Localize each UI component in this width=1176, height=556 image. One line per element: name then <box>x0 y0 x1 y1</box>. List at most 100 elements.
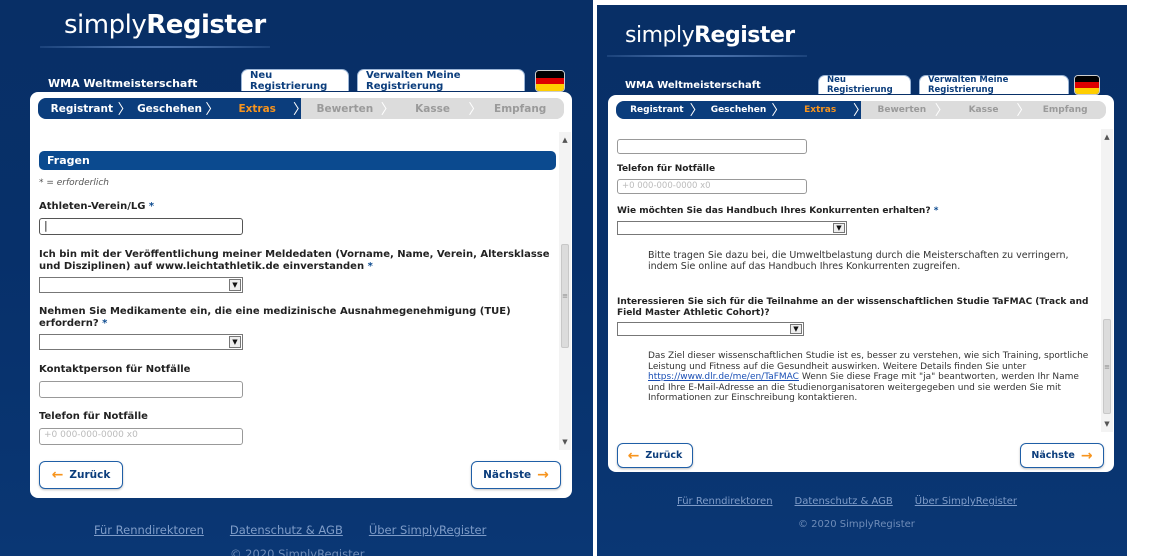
germany-flag-icon[interactable] <box>1074 75 1100 95</box>
chevron-right-icon: 〉 <box>468 101 483 118</box>
step-registrant[interactable]: Registrant 〉 <box>616 101 704 119</box>
next-button[interactable]: Nächste → <box>471 461 561 489</box>
step-bewerten: Bewerten 〉 <box>861 101 949 119</box>
arrow-right-icon: → <box>1080 447 1093 464</box>
handbook-label: Wie möchten Sie das Handbuch Ihres Konku… <box>617 206 939 216</box>
footer-link-privacy[interactable]: Datenschutz & AGB <box>795 496 893 507</box>
step-extras[interactable]: Extras 〉 <box>779 101 867 119</box>
section-header: Fragen <box>39 151 556 170</box>
step-kasse: Kasse 〉 <box>942 101 1031 119</box>
vertical-scrollbar[interactable]: ▲ ≡ ▼ <box>1101 129 1113 432</box>
handbook-select[interactable]: ▼ <box>617 221 847 235</box>
chevron-right-icon: 〉 <box>117 101 132 118</box>
club-input[interactable]: | <box>39 218 243 235</box>
form-content: Fragen * = erforderlich Athleten-Verein/… <box>39 132 556 445</box>
handbook-info: Bitte tragen Sie dazu bei, die Umweltbel… <box>648 250 1069 272</box>
emergency-contact-label: Kontaktperson für Notfälle <box>39 364 191 375</box>
footer-copyright: © 2020 SimplyRegister <box>230 547 365 556</box>
chevron-down-icon: ▼ <box>229 336 241 348</box>
step-geschehen[interactable]: Geschehen 〉 <box>125 98 220 119</box>
publish-consent-label: Ich bin mit der Veröffentlichung meiner … <box>39 249 550 272</box>
chevron-right-icon: 〉 <box>689 103 704 119</box>
footer-link-about[interactable]: Über SimplyRegister <box>369 523 487 537</box>
event-title: WMA Weltmeisterschaft <box>625 80 761 91</box>
form-content: Telefon für Notfälle +0 000-000-0000 x0 … <box>617 129 1098 404</box>
tab-manage-registration[interactable]: Verwalten Meine Registrierung <box>357 69 525 92</box>
required-mark: * <box>367 261 373 272</box>
logo-underline <box>40 46 270 48</box>
logo-text-bold: Register <box>146 10 266 40</box>
tue-label: Nehmen Sie Medikamente ein, die eine med… <box>39 306 511 329</box>
study-select[interactable]: ▼ <box>617 322 804 336</box>
emergency-phone-input[interactable]: +0 000-000-0000 x0 <box>39 428 243 445</box>
chevron-right-icon: 〉 <box>205 101 220 118</box>
step-geschehen[interactable]: Geschehen 〉 <box>697 101 785 119</box>
emergency-phone-input[interactable]: +0 000-000-0000 x0 <box>617 179 807 194</box>
tab-manage-registration[interactable]: Verwalten Meine Registrierung <box>919 75 1069 95</box>
tab-new-registration[interactable]: Neu Registrierung <box>241 69 349 92</box>
required-mark: * <box>102 318 108 329</box>
back-button[interactable]: ← Zurück <box>617 443 693 468</box>
logo-text-bold: Register <box>694 23 795 48</box>
tue-select[interactable]: ▼ <box>39 334 243 350</box>
form-scroll-area[interactable]: Fragen * = erforderlich Athleten-Verein/… <box>30 132 572 450</box>
study-label: Interessieren Sie sich für die Teilnahme… <box>617 297 1089 318</box>
chevron-right-icon: 〉 <box>853 103 868 119</box>
chevron-down-icon: ▼ <box>790 324 802 334</box>
next-button[interactable]: Nächste → <box>1020 443 1104 468</box>
chevron-right-icon: 〉 <box>380 101 395 118</box>
screen-left: simplyRegister WMA Weltmeisterschaft Neu… <box>0 0 593 556</box>
form-scroll-area[interactable]: Telefon für Notfälle +0 000-000-0000 x0 … <box>608 129 1114 432</box>
emergency-contact-input[interactable] <box>39 381 243 398</box>
scroll-down-icon[interactable]: ▼ <box>559 436 571 448</box>
scroll-up-icon[interactable]: ▲ <box>1101 131 1113 143</box>
simplyregister-logo[interactable]: simplyRegister <box>64 10 266 40</box>
footer-links: Für Renndirektoren Datenschutz & AGB Über … <box>677 496 1039 507</box>
scrollbar-thumb[interactable]: ≡ <box>561 244 569 348</box>
simplyregister-logo[interactable]: simplyRegister <box>625 23 795 48</box>
step-registrant[interactable]: Registrant 〉 <box>38 98 132 119</box>
event-title: WMA Weltmeisterschaft <box>48 77 198 90</box>
step-bewerten: Bewerten 〉 <box>301 98 395 119</box>
step-extras[interactable]: Extras 〉 <box>213 98 307 119</box>
chevron-down-icon: ▼ <box>229 279 241 291</box>
scrollbar-thumb[interactable]: ≡ <box>1103 319 1111 414</box>
emergency-phone-label: Telefon für Notfälle <box>617 164 716 174</box>
step-empfang: Empfang <box>1024 101 1106 119</box>
study-info: Das Ziel dieser wissenschaftlichen Studi… <box>648 351 1089 403</box>
emergency-phone-label: Telefon für Notfälle <box>39 411 148 422</box>
screen-right: simplyRegister WMA Weltmeisterschaft Neu… <box>597 5 1127 556</box>
arrow-left-icon: ← <box>627 447 640 464</box>
logo-text-thin: simply <box>64 10 147 40</box>
publish-consent-select[interactable]: ▼ <box>39 277 243 293</box>
required-mark: * <box>148 201 155 212</box>
germany-flag-icon[interactable] <box>535 70 565 92</box>
scroll-up-icon[interactable]: ▲ <box>559 134 571 146</box>
emergency-contact-input[interactable] <box>617 139 807 154</box>
progress-steps: Registrant 〉 Geschehen 〉 Extras 〉 Bewerten 〉… <box>38 98 564 119</box>
footer-links: Für Renndirektoren Datenschutz & AGB Über … <box>94 523 512 537</box>
footer-link-about[interactable]: Über SimplyRegister <box>915 496 1017 507</box>
footer-link-race-directors[interactable]: Für Renndirektoren <box>94 523 204 537</box>
required-note: * = erforderlich <box>39 178 109 188</box>
vertical-scrollbar[interactable]: ▲ ≡ ▼ <box>559 132 571 450</box>
progress-steps: Registrant 〉 Geschehen 〉 Extras 〉 Bewerten 〉… <box>616 101 1106 119</box>
step-empfang: Empfang <box>476 98 564 119</box>
study-link[interactable]: https://www.dlr.de/me/en/TaFMAC <box>648 372 799 382</box>
arrow-right-icon: → <box>537 467 549 483</box>
arrow-left-icon: ← <box>51 467 64 483</box>
logo-underline <box>607 55 807 57</box>
footer-link-race-directors[interactable]: Für Renndirektoren <box>677 496 773 507</box>
required-mark: * <box>933 206 939 216</box>
step-kasse: Kasse 〉 <box>388 98 483 119</box>
chevron-right-icon: 〉 <box>1016 103 1031 119</box>
club-label: Athleten-Verein/LG * <box>39 201 155 212</box>
chevron-down-icon: ▼ <box>833 223 845 233</box>
logo-text-thin: simply <box>625 23 695 48</box>
chevron-right-icon: 〉 <box>934 103 949 119</box>
back-button[interactable]: ← Zurück <box>39 461 123 489</box>
tab-new-registration[interactable]: Neu Registrierung <box>818 75 911 95</box>
registration-card: Registrant 〉 Geschehen 〉 Extras 〉 Bewerten 〉… <box>30 92 572 498</box>
footer-link-privacy[interactable]: Datenschutz & AGB <box>230 523 343 537</box>
scroll-down-icon[interactable]: ▼ <box>1101 418 1113 430</box>
